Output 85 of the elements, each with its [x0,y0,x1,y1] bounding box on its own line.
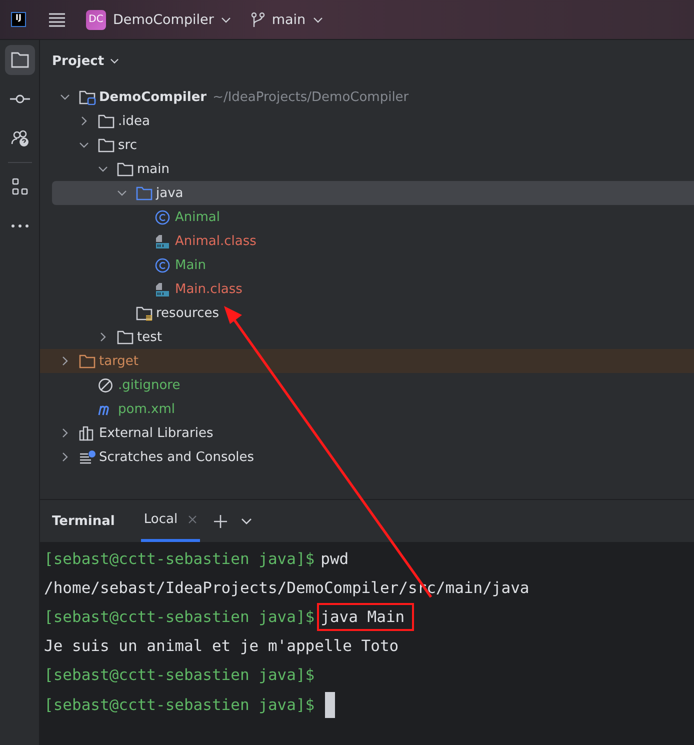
tree-row[interactable]: External Libraries [52,421,694,445]
folder-icon [10,51,30,69]
chevron-right-icon[interactable] [60,356,70,366]
tree-row[interactable]: java [52,181,694,205]
chevron-right-icon[interactable] [60,452,70,462]
tree-item-label: java [156,186,184,200]
chevron-down-icon[interactable] [98,164,108,174]
tree-item-label: src [118,138,137,152]
tree-row[interactable]: .idea [52,109,694,133]
tree-item-label: Main.class [175,282,242,296]
tool-window-button[interactable] [4,45,34,75]
project-switcher[interactable]: DC DemoCompiler [86,6,231,34]
add-icon[interactable] [214,514,227,528]
tree-row[interactable]: .gitignore [52,373,694,397]
tree-row[interactable]: main [52,157,694,181]
project-badge: DC [86,10,106,30]
tree-item-label: Animal [175,210,220,224]
tree-item-label: Main [175,258,206,272]
scratches-icon [79,450,96,464]
chevron-right-icon[interactable] [60,428,70,438]
binary-file-icon [155,234,170,248]
caret-icon [312,16,323,22]
resources-folder-icon [136,306,153,320]
shell-command: java Main [316,602,414,631]
view-selector[interactable]: Project [52,54,120,68]
terminal-title: Terminal [52,514,115,528]
chevron-right-icon[interactable] [79,116,89,126]
tree-item-label: main [137,162,170,176]
tree-item-label: Scratches and Consoles [99,450,254,464]
chevron-right-icon[interactable] [98,332,108,342]
more-icon [10,224,28,228]
chevron-down-icon[interactable] [60,92,70,102]
tree-item-label: DemoCompiler [99,90,207,104]
tree-item-label: Animal.class [175,234,256,248]
tree-row[interactable]: Scratches and Consoles [52,445,694,469]
library-icon [79,426,94,440]
tree-item-label: External Libraries [99,426,214,440]
shell-prompt: [sebast@cctt-sebastien java]$ [44,608,315,626]
tree-row[interactable]: pom.xml [52,397,694,421]
chevron-down-icon[interactable] [117,188,127,198]
folder-icon [79,90,96,104]
folder-icon [79,354,96,368]
tree-row[interactable]: resources [52,301,694,325]
folder-icon [117,162,134,176]
tree-item-label: pom.xml [118,402,175,416]
tree-row[interactable]: target [40,349,694,373]
folder-icon [136,186,153,200]
tree-row[interactable]: src [52,133,694,157]
tree-item-label: .gitignore [118,378,180,392]
commit-icon [10,94,30,104]
class-icon [155,258,170,272]
close-icon[interactable] [188,515,197,524]
branch-selector[interactable]: main [250,6,323,34]
chevron-down-icon[interactable] [79,140,89,150]
structure-icon [10,178,28,196]
tree-row[interactable]: DemoCompiler ~/IdeaProjects/DemoCompiler [52,85,694,109]
menu-icon[interactable] [48,12,66,26]
caret-icon [110,58,120,64]
shell-command: pwd [320,548,350,570]
caret-icon [220,16,231,22]
shell-prompt: [sebast@cctt-sebastien java]$ [44,666,315,684]
class-icon [155,210,170,224]
tree-row[interactable]: test [52,325,694,349]
tree-item-label: target [99,354,139,368]
tree-item-label: test [137,330,162,344]
chevron-down-icon[interactable] [240,518,252,524]
shell-output: Je suis un animal et je m'appelle Toto [44,637,399,656]
tree-item-label: .idea [118,114,150,128]
shell-prompt: [sebast@cctt-sebastien java]$ [44,550,315,568]
folder-icon [117,330,134,344]
branch-icon [250,12,265,28]
folder-icon [98,138,115,152]
tree-row[interactable]: Main.class [52,277,694,301]
binary-file-icon [155,282,170,296]
tree-row[interactable]: Animal.class [52,229,694,253]
people-help-icon [10,128,30,148]
tree-item-label: resources [156,306,220,320]
app-logo[interactable]: IJ [11,12,26,27]
ignored-file-icon [98,378,113,392]
terminal-tab[interactable]: Local [140,500,200,542]
project-path: ~/IdeaProjects/DemoCompiler [212,90,409,104]
tree-row[interactable]: Animal [52,205,694,229]
shell-prompt: [sebast@cctt-sebastien java]$ [44,696,315,714]
folder-icon [98,114,115,128]
tree-row[interactable]: Main [52,253,694,277]
